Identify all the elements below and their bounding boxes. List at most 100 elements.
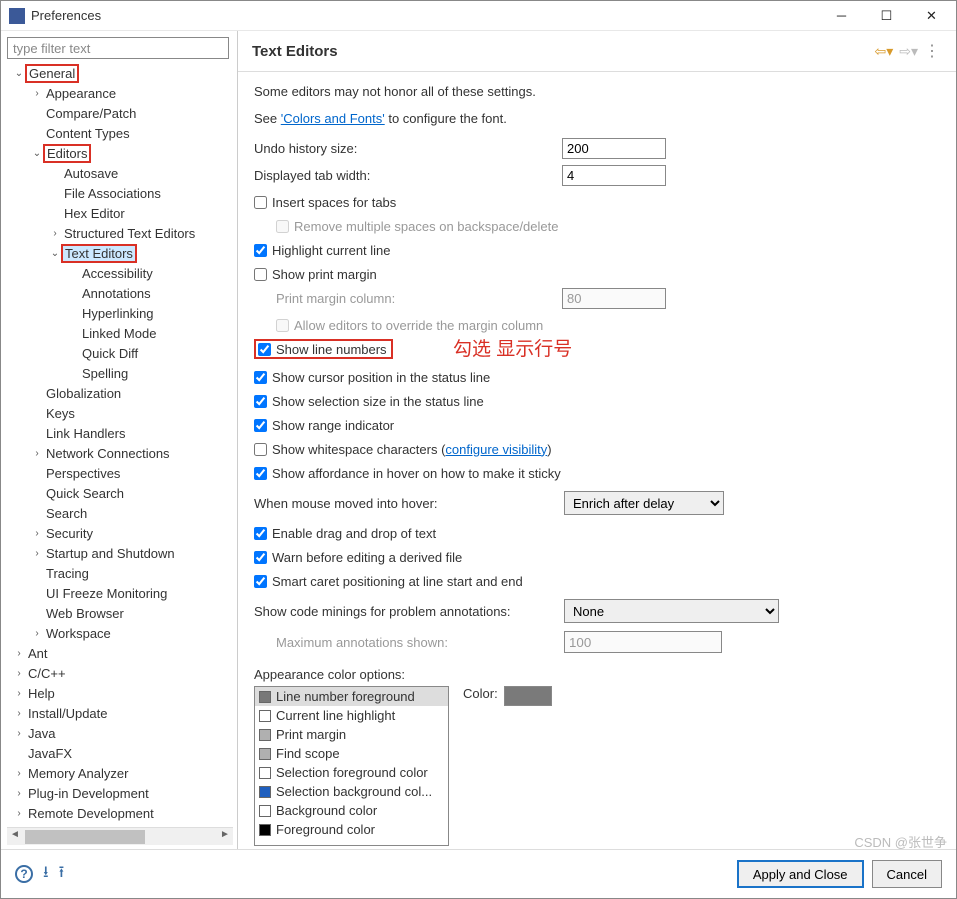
- chevron-right-icon[interactable]: ›: [13, 788, 25, 799]
- tree-item[interactable]: ›Security: [7, 523, 233, 543]
- undo-history-input[interactable]: [562, 138, 666, 159]
- tree-item[interactable]: Spelling: [7, 363, 233, 383]
- warn-derived-checkbox[interactable]: [254, 551, 267, 564]
- color-list-item[interactable]: Background color: [255, 801, 448, 820]
- chevron-right-icon[interactable]: ›: [13, 668, 25, 679]
- export-icon[interactable]: ⭱: [59, 861, 65, 888]
- cancel-button[interactable]: Cancel: [872, 860, 942, 888]
- dnd-checkbox[interactable]: [254, 527, 267, 540]
- smart-caret-checkbox[interactable]: [254, 575, 267, 588]
- chevron-right-icon[interactable]: ›: [13, 688, 25, 699]
- tree-item[interactable]: Web Browser: [7, 603, 233, 623]
- tree-item[interactable]: Keys: [7, 403, 233, 423]
- chevron-right-icon[interactable]: ›: [13, 768, 25, 779]
- range-checkbox[interactable]: [254, 419, 267, 432]
- tree-item[interactable]: ⌄General: [7, 63, 233, 83]
- close-button[interactable]: ✕: [909, 1, 954, 30]
- color-list-item[interactable]: Current line highlight: [255, 706, 448, 725]
- tree-item[interactable]: ›Help: [7, 683, 233, 703]
- tree-item[interactable]: JavaFX: [7, 743, 233, 763]
- whitespace-checkbox[interactable]: [254, 443, 267, 456]
- filter-input[interactable]: [7, 37, 229, 59]
- horizontal-scrollbar[interactable]: ◄ ►: [7, 827, 233, 845]
- tree-item[interactable]: Annotations: [7, 283, 233, 303]
- insert-spaces-checkbox[interactable]: [254, 196, 267, 209]
- import-icon[interactable]: ⭳: [43, 861, 49, 888]
- tree-item[interactable]: ›Java: [7, 723, 233, 743]
- color-list-item[interactable]: Print margin: [255, 725, 448, 744]
- tree-item[interactable]: Search: [7, 503, 233, 523]
- chevron-right-icon[interactable]: ›: [13, 708, 25, 719]
- tree-item[interactable]: ⌄Editors: [7, 143, 233, 163]
- tree-item[interactable]: Quick Diff: [7, 343, 233, 363]
- tree-item[interactable]: Tracing: [7, 563, 233, 583]
- color-list-item[interactable]: Find scope: [255, 744, 448, 763]
- chevron-down-icon[interactable]: ⌄: [49, 248, 61, 259]
- tree-item[interactable]: ›Remote Development: [7, 803, 233, 823]
- cursor-pos-checkbox[interactable]: [254, 371, 267, 384]
- chevron-right-icon[interactable]: ›: [13, 648, 25, 659]
- line-numbers-checkbox[interactable]: [258, 343, 271, 356]
- chevron-right-icon[interactable]: ›: [31, 548, 43, 559]
- tree-item[interactable]: Accessibility: [7, 263, 233, 283]
- sel-size-checkbox[interactable]: [254, 395, 267, 408]
- hover-select[interactable]: Enrich after delay: [564, 491, 724, 515]
- affordance-checkbox[interactable]: [254, 467, 267, 480]
- tree-item[interactable]: Compare/Patch: [7, 103, 233, 123]
- configure-visibility-link[interactable]: configure visibility: [445, 442, 547, 457]
- tree-item[interactable]: Globalization: [7, 383, 233, 403]
- tree-item[interactable]: Linked Mode: [7, 323, 233, 343]
- tree-item[interactable]: File Associations: [7, 183, 233, 203]
- tree-item[interactable]: ›Startup and Shutdown: [7, 543, 233, 563]
- minings-select[interactable]: None: [564, 599, 779, 623]
- tree-item[interactable]: ›Ant: [7, 643, 233, 663]
- tree-item[interactable]: ›C/C++: [7, 663, 233, 683]
- tree-item[interactable]: ›Appearance: [7, 83, 233, 103]
- view-menu-icon[interactable]: ⋮: [924, 41, 940, 61]
- tree-item[interactable]: Link Handlers: [7, 423, 233, 443]
- color-list-item[interactable]: Line number foreground: [255, 687, 448, 706]
- color-swatch-button[interactable]: [504, 686, 552, 706]
- chevron-right-icon[interactable]: ›: [13, 808, 25, 819]
- chevron-right-icon[interactable]: ›: [31, 448, 43, 459]
- tree-item[interactable]: Autosave: [7, 163, 233, 183]
- chevron-right-icon[interactable]: ›: [31, 88, 43, 99]
- color-list-item[interactable]: Foreground color: [255, 820, 448, 839]
- highlight-line-checkbox[interactable]: [254, 244, 267, 257]
- tree-item[interactable]: Hyperlinking: [7, 303, 233, 323]
- minimize-button[interactable]: ─: [819, 1, 864, 30]
- tree-item[interactable]: ›Plug-in Development: [7, 783, 233, 803]
- maximize-button[interactable]: ☐: [864, 1, 909, 30]
- tree-item[interactable]: Quick Search: [7, 483, 233, 503]
- chevron-right-icon[interactable]: ›: [31, 628, 43, 639]
- color-list-item[interactable]: Selection foreground color: [255, 763, 448, 782]
- tree-item[interactable]: ⌄Text Editors: [7, 243, 233, 263]
- forward-icon[interactable]: ⇨▾: [899, 43, 918, 60]
- back-icon[interactable]: ⇦▾: [874, 43, 893, 60]
- tree-item[interactable]: UI Freeze Monitoring: [7, 583, 233, 603]
- color-list-item[interactable]: Selection background col...: [255, 782, 448, 801]
- tree-item-label: Network Connections: [43, 445, 173, 462]
- print-margin-checkbox[interactable]: [254, 268, 267, 281]
- preference-tree[interactable]: ⌄General›AppearanceCompare/PatchContent …: [7, 63, 233, 827]
- color-options-list[interactable]: Line number foregroundCurrent line highl…: [254, 686, 449, 846]
- chevron-down-icon[interactable]: ⌄: [13, 68, 25, 79]
- apply-close-button[interactable]: Apply and Close: [737, 860, 864, 888]
- tree-item[interactable]: ›Network Connections: [7, 443, 233, 463]
- tree-item[interactable]: ›Structured Text Editors: [7, 223, 233, 243]
- tree-item[interactable]: ›Memory Analyzer: [7, 763, 233, 783]
- colors-fonts-link[interactable]: 'Colors and Fonts': [281, 111, 385, 126]
- tree-item-label: Annotations: [79, 285, 154, 302]
- chevron-right-icon[interactable]: ›: [31, 528, 43, 539]
- tree-item[interactable]: ›Workspace: [7, 623, 233, 643]
- chevron-right-icon[interactable]: ›: [13, 728, 25, 739]
- color-item-label: Selection background col...: [276, 784, 432, 799]
- tree-item[interactable]: Content Types: [7, 123, 233, 143]
- tree-item[interactable]: Perspectives: [7, 463, 233, 483]
- chevron-down-icon[interactable]: ⌄: [31, 148, 43, 159]
- chevron-right-icon[interactable]: ›: [49, 228, 61, 239]
- tree-item[interactable]: ›Install/Update: [7, 703, 233, 723]
- tab-width-input[interactable]: [562, 165, 666, 186]
- tree-item[interactable]: Hex Editor: [7, 203, 233, 223]
- help-icon[interactable]: ?: [15, 865, 33, 883]
